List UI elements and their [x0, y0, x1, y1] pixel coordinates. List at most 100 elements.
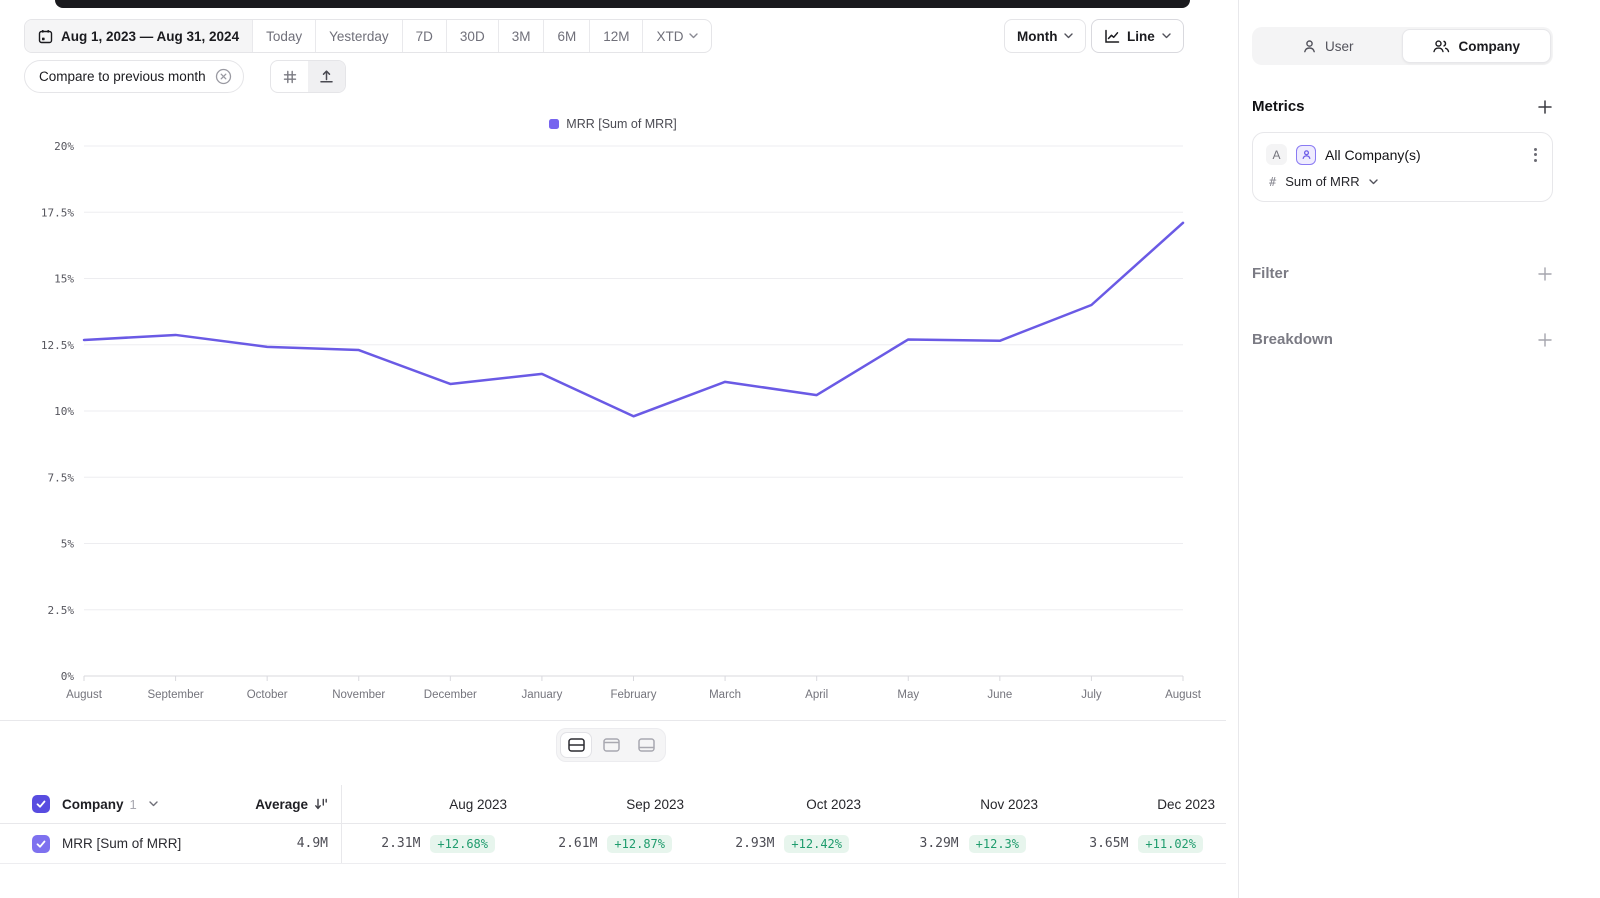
preset-6m[interactable]: 6M: [543, 20, 589, 52]
chevron-down-icon: [1162, 33, 1171, 39]
breakdown-section-header: Breakdown: [1252, 331, 1553, 348]
preset-xtd-dropdown[interactable]: XTD: [642, 20, 711, 52]
metric-letter-badge: A: [1266, 144, 1287, 165]
svg-text:August: August: [66, 689, 103, 701]
month-column-header[interactable]: Aug 2023: [342, 797, 519, 812]
preset-7d[interactable]: 7D: [402, 20, 446, 52]
user-icon: [1302, 39, 1317, 54]
compare-chip-label: Compare to previous month: [39, 69, 206, 84]
metric-title: All Company(s): [1325, 147, 1523, 163]
bottom-panel-icon: [638, 738, 655, 752]
svg-text:15%: 15%: [54, 273, 74, 286]
preset-30d[interactable]: 30D: [446, 20, 498, 52]
row-checkbox[interactable]: [32, 835, 50, 853]
table-header-row: Company 1 Average Aug 2023 Sep 2023 Oct …: [0, 785, 1226, 824]
table-row[interactable]: MRR [Sum of MRR] 4.9M 2.31M+12.68% 2.61M…: [0, 824, 1226, 864]
plus-icon[interactable]: [1537, 332, 1553, 348]
cell-value: 2.31M: [381, 836, 420, 851]
cell-value: 2.61M: [558, 836, 597, 851]
contact-card-icon: [1296, 145, 1316, 165]
checkbox-check-icon: [35, 838, 47, 850]
average-value: 4.9M: [297, 836, 328, 851]
change-badge: +12.68%: [430, 835, 495, 853]
metric-field-selector[interactable]: # Sum of MRR: [1266, 174, 1539, 189]
main-panel: Aug 1, 2023 — Aug 31, 2024 Today Yesterd…: [0, 0, 1226, 898]
chevron-down-icon: [1064, 33, 1073, 39]
metric-card[interactable]: A All Company(s) # Sum of MRR: [1252, 132, 1553, 202]
change-badge: +12.42%: [784, 835, 849, 853]
svg-text:February: February: [610, 689, 656, 701]
table-only-button[interactable]: [630, 732, 662, 758]
svg-text:November: November: [332, 689, 385, 701]
close-circle-icon[interactable]: [215, 68, 232, 85]
legend-label: MRR [Sum of MRR]: [566, 117, 676, 131]
svg-text:0%: 0%: [61, 670, 75, 683]
mrr-line-chart[interactable]: 0%2.5%5%7.5%10%12.5%15%17.5%20%AugustSep…: [0, 135, 1226, 715]
cumulative-toggle-button[interactable]: [308, 61, 345, 92]
svg-text:March: March: [709, 689, 741, 701]
month-column-header[interactable]: Oct 2023: [696, 797, 873, 812]
split-view-button[interactable]: [560, 732, 592, 758]
top-sheet-edge: [55, 0, 1190, 8]
cell-value: 3.29M: [920, 836, 959, 851]
svg-text:5%: 5%: [61, 538, 75, 551]
toggle-user[interactable]: User: [1254, 29, 1402, 63]
svg-text:October: October: [247, 689, 288, 701]
preset-yesterday[interactable]: Yesterday: [315, 20, 402, 52]
cell-value: 3.65M: [1089, 836, 1128, 851]
date-range-button[interactable]: Aug 1, 2023 — Aug 31, 2024: [25, 20, 252, 52]
gridlines-toggle-button[interactable]: [271, 61, 308, 92]
plus-icon[interactable]: [1537, 99, 1553, 115]
sort-icon[interactable]: [314, 797, 328, 811]
split-view-icon: [568, 738, 585, 752]
month-column-header[interactable]: Sep 2023: [519, 797, 696, 812]
granularity-dropdown[interactable]: Month: [1004, 19, 1086, 53]
kebab-icon[interactable]: [1532, 146, 1539, 164]
chart-only-button[interactable]: [595, 732, 627, 758]
average-column-header[interactable]: Average: [255, 797, 308, 812]
cell-value: 2.93M: [735, 836, 774, 851]
select-all-checkbox[interactable]: [32, 795, 50, 813]
preset-3m[interactable]: 3M: [498, 20, 544, 52]
svg-text:10%: 10%: [54, 405, 74, 418]
toggle-company[interactable]: Company: [1402, 29, 1552, 63]
chart-type-dropdown[interactable]: Line: [1091, 19, 1184, 53]
chevron-down-icon: [1369, 179, 1378, 185]
change-badge: +12.3%: [969, 835, 1026, 853]
preset-today[interactable]: Today: [252, 20, 315, 52]
arrow-up-from-line-icon: [319, 69, 334, 84]
change-badge: +12.87%: [607, 835, 672, 853]
plus-icon[interactable]: [1537, 266, 1553, 282]
calendar-icon: [38, 29, 53, 44]
metrics-section-header: Metrics: [1252, 98, 1553, 115]
svg-text:2.5%: 2.5%: [48, 604, 75, 617]
metrics-title: Metrics: [1252, 98, 1305, 115]
svg-text:December: December: [424, 689, 477, 701]
svg-text:June: June: [987, 689, 1012, 701]
date-range-label: Aug 1, 2023 — Aug 31, 2024: [61, 29, 239, 44]
checkbox-check-icon: [35, 798, 47, 810]
preset-12m[interactable]: 12M: [589, 20, 642, 52]
group-column-header[interactable]: Company: [62, 797, 124, 812]
layout-toggle: [556, 728, 666, 762]
top-panel-icon: [603, 738, 620, 752]
svg-text:May: May: [897, 689, 919, 701]
chevron-down-icon: [689, 33, 698, 39]
line-chart-icon: [1104, 29, 1120, 44]
change-badge: +11.02%: [1138, 835, 1203, 853]
month-column-header[interactable]: Nov 2023: [873, 797, 1050, 812]
chevron-down-icon[interactable]: [149, 801, 158, 807]
entity-toggle: User Company: [1252, 27, 1553, 65]
legend-swatch: [549, 119, 559, 129]
breakdown-title: Breakdown: [1252, 331, 1333, 348]
month-column-header[interactable]: Dec 2023: [1050, 797, 1227, 812]
grid-icon: [283, 70, 297, 84]
svg-text:20%: 20%: [54, 140, 74, 153]
svg-text:August: August: [1165, 689, 1202, 701]
breakdown-table: Company 1 Average Aug 2023 Sep 2023 Oct …: [0, 785, 1226, 864]
svg-text:January: January: [521, 689, 562, 701]
company-icon: [1432, 39, 1450, 54]
svg-text:July: July: [1081, 689, 1102, 701]
compare-chip[interactable]: Compare to previous month: [24, 60, 244, 93]
filter-title: Filter: [1252, 265, 1289, 282]
